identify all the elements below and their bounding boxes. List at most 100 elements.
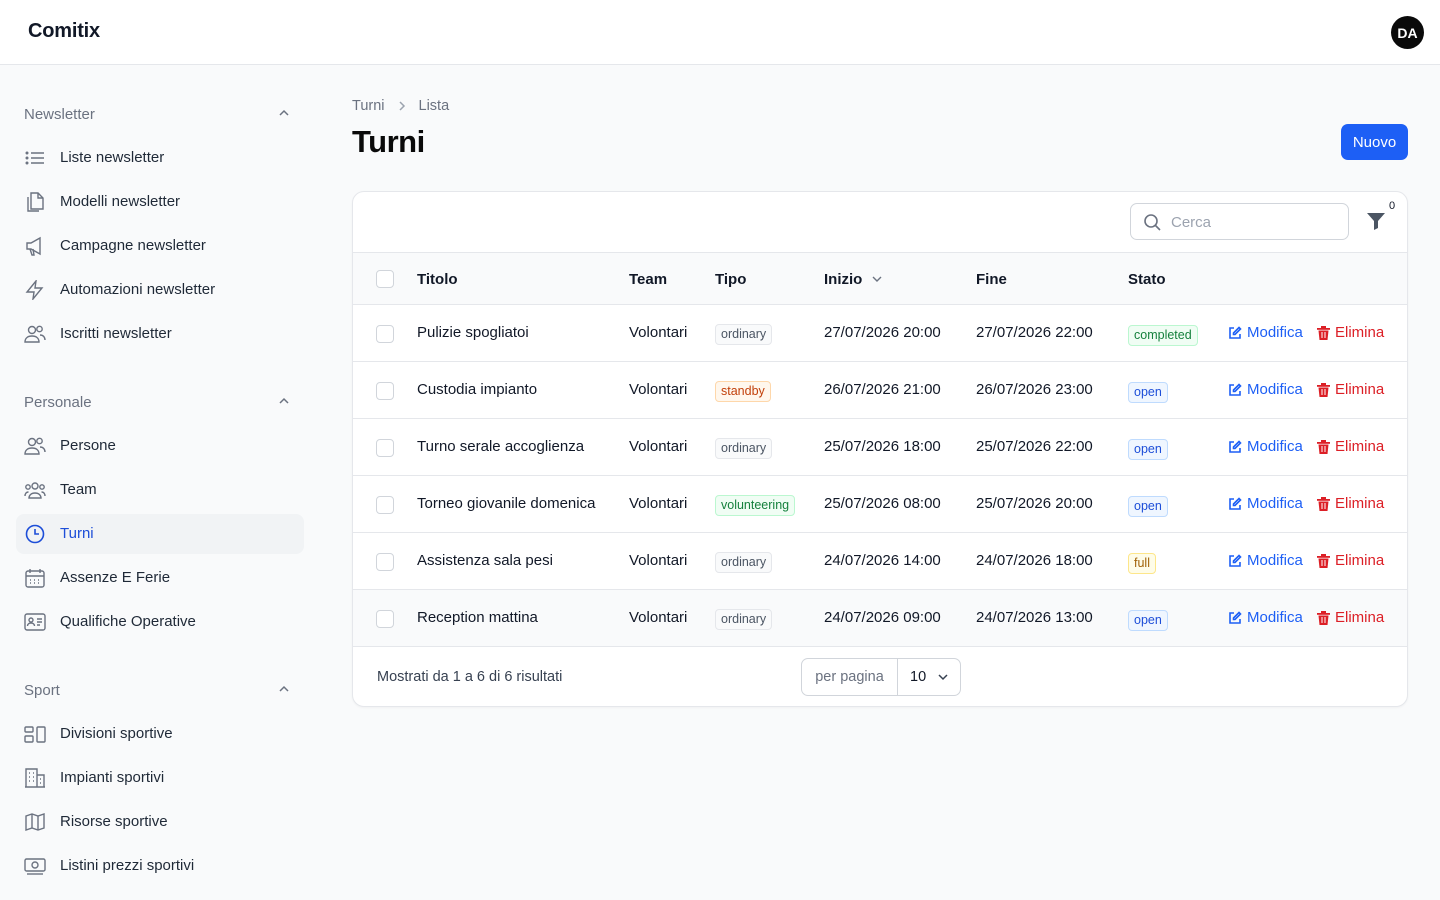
- type-badge: ordinary: [715, 609, 773, 630]
- column-header-status[interactable]: Stato: [1128, 271, 1166, 288]
- sidebar-item-label: Automazioni newsletter: [60, 281, 216, 298]
- edit-label: Modifica: [1247, 438, 1303, 455]
- sidebar-item-automazioni-newsletter[interactable]: Automazioni newsletter: [16, 270, 304, 310]
- column-header-team[interactable]: Team: [629, 271, 667, 288]
- search-input[interactable]: [1171, 212, 1341, 232]
- table-row[interactable]: Pulizie spogliatoi Volontari ordinary 27/07…: [353, 305, 1407, 362]
- sidebar-item-label: Qualifiche Operative: [60, 613, 196, 630]
- delete-label: Elimina: [1335, 552, 1385, 569]
- delete-button[interactable]: Elimina: [1317, 438, 1384, 455]
- app-logo[interactable]: Comitix: [28, 20, 100, 43]
- results-summary: Mostrati da 1 a 6 di 6 risultati: [377, 669, 563, 685]
- edit-button[interactable]: Modifica: [1228, 552, 1303, 569]
- nav-group-sport[interactable]: Sport: [24, 682, 296, 699]
- per-page-label: per pagina: [802, 659, 898, 695]
- sort-chevron-down-icon: [872, 276, 881, 282]
- sidebar-item-persone[interactable]: Persone: [16, 426, 304, 466]
- nav-group-newsletter[interactable]: Newsletter: [24, 106, 296, 123]
- nav-group-personale[interactable]: Personale: [24, 394, 296, 411]
- table-row[interactable]: Reception mattina Volontari ordinary 24/07/…: [353, 590, 1407, 647]
- edit-button[interactable]: Modifica: [1228, 438, 1303, 455]
- sidebar-item-qualifiche-operative[interactable]: Qualifiche Operative: [16, 602, 304, 642]
- table-card: 0 Titolo Team Tipo Inizio Fine Stato Pul…: [352, 191, 1408, 707]
- column-header-start[interactable]: Inizio: [824, 271, 883, 288]
- table-row[interactable]: Torneo giovanile domenica Volontari volunt…: [353, 476, 1407, 533]
- chevron-right-icon: [398, 101, 405, 111]
- row-checkbox[interactable]: [376, 439, 394, 457]
- edit-button[interactable]: Modifica: [1228, 495, 1303, 512]
- sidebar-item-label: Assenze E Ferie: [60, 569, 171, 586]
- table-row[interactable]: Turno serale accoglienza Volontari ordinar…: [353, 419, 1407, 476]
- row-checkbox[interactable]: [376, 496, 394, 514]
- delete-button[interactable]: Elimina: [1317, 609, 1384, 626]
- type-badge: standby: [715, 381, 771, 402]
- cell-team: Volontari: [629, 324, 688, 341]
- sidebar-item-divisioni-sportive[interactable]: Divisioni sportive: [16, 714, 304, 754]
- delete-button[interactable]: Elimina: [1317, 495, 1384, 512]
- delete-button[interactable]: Elimina: [1317, 552, 1384, 569]
- trash-icon: [1317, 382, 1330, 397]
- row-checkbox[interactable]: [376, 325, 394, 343]
- cell-title: Torneo giovanile domenica: [417, 495, 596, 512]
- sidebar-item-liste-newsletter[interactable]: Liste newsletter: [16, 138, 304, 178]
- new-button[interactable]: Nuovo: [1341, 124, 1408, 160]
- user-group-icon: [24, 482, 46, 499]
- sidebar-item-assenze-e-ferie[interactable]: Assenze E Ferie: [16, 558, 304, 598]
- id-card-icon: [24, 613, 46, 631]
- edit-icon: [1229, 382, 1242, 396]
- row-checkbox[interactable]: [376, 553, 394, 571]
- type-badge: ordinary: [715, 438, 773, 459]
- top-bar: Comitix DA: [0, 0, 1440, 65]
- search-box[interactable]: [1130, 203, 1349, 240]
- type-badge: volunteering: [715, 495, 796, 516]
- sidebar-item-campagne-newsletter[interactable]: Campagne newsletter: [16, 226, 304, 266]
- row-checkbox[interactable]: [376, 610, 394, 628]
- edit-button[interactable]: Modifica: [1228, 381, 1303, 398]
- column-header-end[interactable]: Fine: [976, 271, 1007, 288]
- edit-button[interactable]: Modifica: [1228, 324, 1303, 341]
- sidebar-item-label: Team: [60, 481, 97, 498]
- sidebar-item-label: Modelli newsletter: [60, 193, 181, 210]
- delete-button[interactable]: Elimina: [1317, 324, 1384, 341]
- cell-start: 26/07/2026 21:00: [824, 381, 941, 398]
- edit-label: Modifica: [1247, 609, 1303, 626]
- megaphone-icon: [26, 236, 41, 256]
- delete-label: Elimina: [1335, 381, 1385, 398]
- trash-icon: [1317, 610, 1330, 625]
- cell-title: Custodia impianto: [417, 381, 538, 398]
- sidebar-item-listini-prezzi-sportivi[interactable]: Listini prezzi sportivi: [16, 846, 304, 886]
- filter-icon[interactable]: [1365, 210, 1387, 232]
- edit-icon: [1229, 553, 1242, 567]
- status-badge: open: [1128, 610, 1168, 631]
- nav-group-title: Newsletter: [24, 106, 95, 123]
- select-all-checkbox[interactable]: [376, 270, 394, 288]
- cell-title: Turno serale accoglienza: [417, 438, 585, 455]
- trash-icon: [1317, 325, 1330, 340]
- sidebar-item-turni[interactable]: Turni: [16, 514, 304, 554]
- table-row[interactable]: Custodia impianto Volontari standby 26/07/2…: [353, 362, 1407, 419]
- delete-button[interactable]: Elimina: [1317, 381, 1384, 398]
- sidebar-item-modelli-newsletter[interactable]: Modelli newsletter: [16, 182, 304, 222]
- sidebar-item-iscritti-newsletter[interactable]: Iscritti newsletter: [16, 314, 304, 354]
- breadcrumb-parent[interactable]: Turni: [352, 98, 385, 114]
- page-title: Turni: [352, 124, 425, 159]
- table-row[interactable]: Assistenza sala pesi Volontari ordinary 24/…: [353, 533, 1407, 590]
- edit-button[interactable]: Modifica: [1228, 609, 1303, 626]
- sidebar-item-team[interactable]: Team: [16, 470, 304, 510]
- row-checkbox[interactable]: [376, 382, 394, 400]
- cell-end: 25/07/2026 22:00: [976, 438, 1093, 455]
- cell-start: 27/07/2026 20:00: [824, 324, 941, 341]
- edit-label: Modifica: [1247, 552, 1303, 569]
- sidebar-item-impianti-sportivi[interactable]: Impianti sportivi: [16, 758, 304, 798]
- column-header-type[interactable]: Tipo: [715, 271, 746, 288]
- edit-icon: [1229, 610, 1242, 624]
- column-header-title[interactable]: Titolo: [417, 271, 458, 288]
- sidebar: Newsletter Liste newsletter Modelli news…: [0, 65, 320, 900]
- per-page-select[interactable]: per pagina 10: [801, 658, 961, 696]
- sidebar-item-risorse-sportive[interactable]: Risorse sportive: [16, 802, 304, 842]
- sidebar-item-label: Campagne newsletter: [60, 237, 206, 254]
- edit-label: Modifica: [1247, 495, 1303, 512]
- cell-start: 25/07/2026 18:00: [824, 438, 941, 455]
- user-avatar[interactable]: DA: [1391, 16, 1424, 49]
- edit-label: Modifica: [1247, 381, 1303, 398]
